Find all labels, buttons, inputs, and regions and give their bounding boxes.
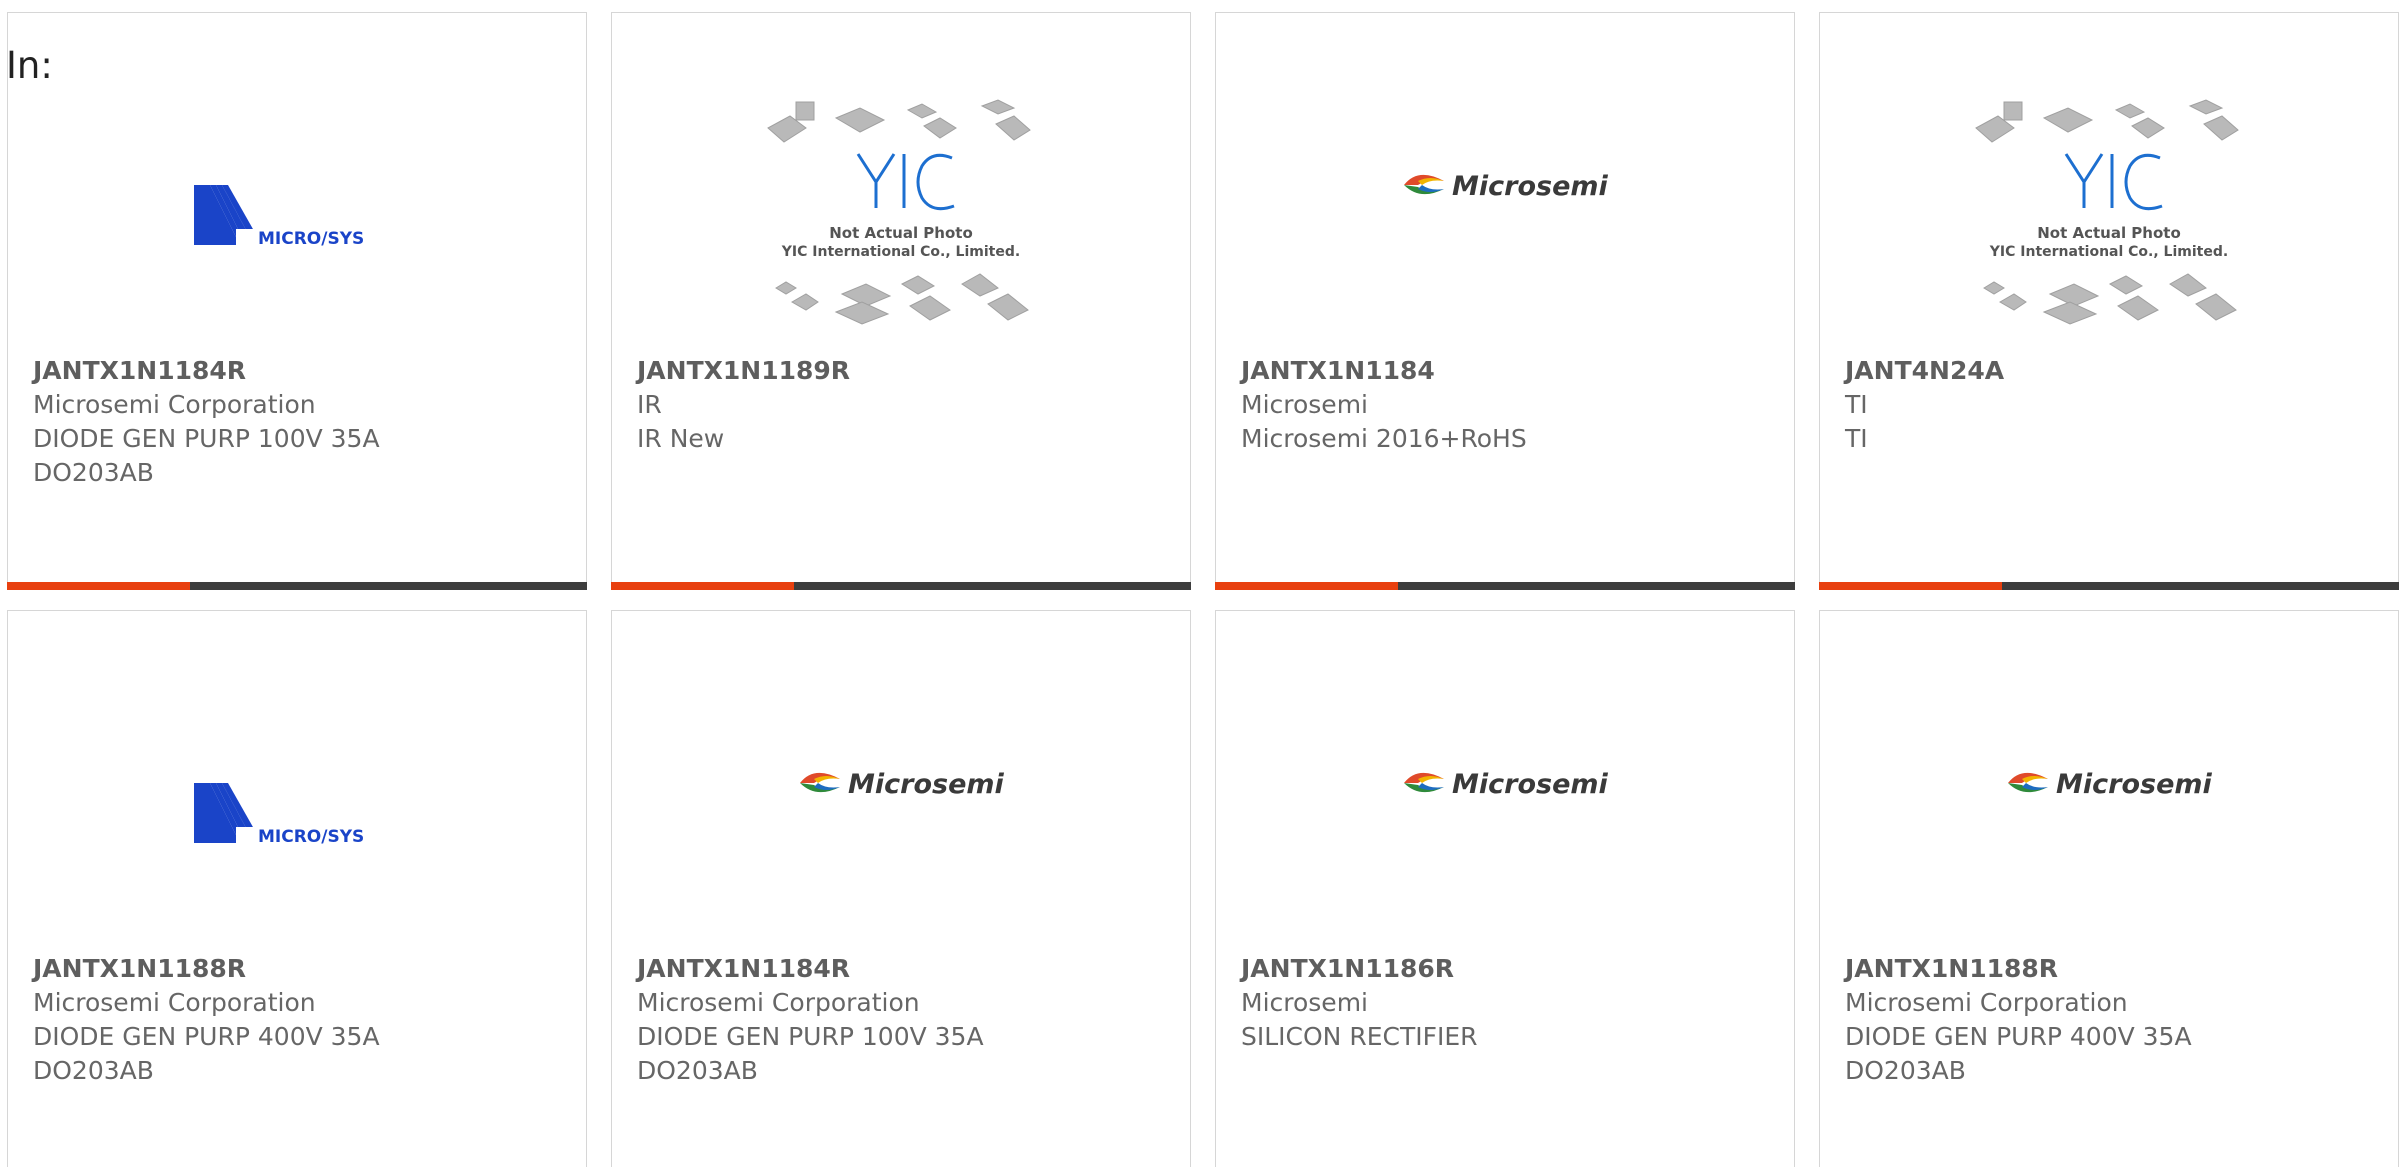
part-number[interactable]: JANTX1N1188R [33,952,566,986]
svg-text:YIC International Co., Limited: YIC International Co., Limited. [1989,244,2228,260]
svg-text:Microsemi: Microsemi [2056,769,2213,800]
description: DIODE GEN PURP 400V 35A [33,1022,380,1051]
manufacturer: Microsemi Corporation [33,390,316,419]
part-number[interactable]: JANTX1N1184 [1241,354,1774,388]
product-grid: MICRO/SYS JANTX1N1184R Microsemi Corpora… [7,12,2399,1167]
in-label: In: [6,44,53,87]
description: TI [1845,424,1868,453]
product-image[interactable]: MICRO/SYS [8,671,586,961]
product-card[interactable]: MICRO/SYS JANTX1N1188R Microsemi Corpora… [7,610,587,1167]
svg-text:MICRO/SYS: MICRO/SYS [258,229,364,249]
description: Microsemi 2016+RoHS [1241,424,1527,453]
microsys-logo-icon: MICRO/SYS [194,783,400,847]
manufacturer: Microsemi Corporation [1845,988,2128,1017]
product-card[interactable]: Microsemi JANTX1N1184R Microsemi Corpora… [611,610,1191,1167]
description: IR New [637,424,725,453]
product-image[interactable]: Microsemi [1216,643,1794,923]
manufacturer: Microsemi [1241,390,1368,419]
card-accent-bar [7,582,587,590]
part-number[interactable]: JANTX1N1184R [33,354,566,388]
product-card[interactable]: Not Actual Photo YIC International Co., … [611,12,1191,590]
svg-text:Not Actual Photo: Not Actual Photo [829,224,973,242]
svg-text:Microsemi: Microsemi [1452,171,1609,202]
manufacturer: Microsemi [1241,988,1368,1017]
product-info: JANT4N24A TI TI [1845,354,2378,456]
description: SILICON RECTIFIER [1241,1022,1478,1051]
svg-text:Microsemi: Microsemi [1452,769,1609,800]
product-info: JANTX1N1188R Microsemi Corporation DIODE… [1845,952,2378,1088]
card-accent-bar [611,582,1191,590]
product-card[interactable]: MICRO/SYS JANTX1N1184R Microsemi Corpora… [7,12,587,590]
product-card[interactable]: Microsemi JANTX1N1188R Microsemi Corpora… [1819,610,2399,1167]
svg-text:YIC International Co., Limited: YIC International Co., Limited. [781,244,1020,260]
package: DO203AB [1845,1056,1966,1085]
package: DO203AB [637,1056,758,1085]
product-card[interactable]: Microsemi JANTX1N1184 Microsemi Microsem… [1215,12,1795,590]
product-card[interactable]: Microsemi JANTX1N1186R Microsemi SILICON… [1215,610,1795,1167]
microsys-logo-icon: MICRO/SYS [194,185,400,249]
yic-placeholder-icon: Not Actual Photo YIC International Co., … [767,99,1031,325]
product-image[interactable]: Microsemi [1820,643,2398,923]
description: DIODE GEN PURP 100V 35A [637,1022,984,1051]
package: DO203AB [33,458,154,487]
product-info: JANTX1N1188R Microsemi Corporation DIODE… [33,952,566,1088]
microsemi-logo-icon: Microsemi [2008,769,2213,800]
manufacturer: TI [1845,390,1868,419]
part-number[interactable]: JANT4N24A [1845,354,2378,388]
product-info: JANTX1N1184 Microsemi Microsemi 2016+RoH… [1241,354,1774,456]
yic-placeholder-icon: Not Actual Photo YIC International Co., … [1975,99,2239,325]
description: DIODE GEN PURP 400V 35A [1845,1022,2192,1051]
microsemi-logo-icon: Microsemi [1404,171,1609,202]
product-info: JANTX1N1186R Microsemi SILICON RECTIFIER [1241,952,1774,1054]
product-info: JANTX1N1189R IR IR New [637,354,1170,456]
description: DIODE GEN PURP 100V 35A [33,424,380,453]
product-info: JANTX1N1184R Microsemi Corporation DIODE… [33,354,566,490]
product-grid-page: In: MICRO/SYS JANTX1N1184R Microsemi Cor… [0,0,2400,1167]
microsemi-logo-icon: Microsemi [1404,769,1609,800]
svg-text:Microsemi: Microsemi [848,769,1005,800]
product-info: JANTX1N1184R Microsemi Corporation DIODE… [637,952,1170,1088]
part-number[interactable]: JANTX1N1184R [637,952,1170,986]
card-accent-bar [1215,582,1795,590]
product-image[interactable]: Not Actual Photo YIC International Co., … [1820,73,2398,363]
product-image[interactable]: Microsemi [1216,45,1794,325]
card-accent-bar [1819,582,2399,590]
part-number[interactable]: JANTX1N1188R [1845,952,2378,986]
product-card[interactable]: Not Actual Photo YIC International Co., … [1819,12,2399,590]
part-number[interactable]: JANTX1N1189R [637,354,1170,388]
product-image[interactable]: MICRO/SYS [8,73,586,363]
product-image[interactable]: Microsemi [612,643,1190,923]
svg-text:MICRO/SYS: MICRO/SYS [258,827,364,847]
microsemi-logo-icon: Microsemi [800,769,1005,800]
svg-text:Not Actual Photo: Not Actual Photo [2037,224,2181,242]
manufacturer: IR [637,390,662,419]
manufacturer: Microsemi Corporation [33,988,316,1017]
package: DO203AB [33,1056,154,1085]
product-image[interactable]: Not Actual Photo YIC International Co., … [612,73,1190,363]
manufacturer: Microsemi Corporation [637,988,920,1017]
part-number[interactable]: JANTX1N1186R [1241,952,1774,986]
